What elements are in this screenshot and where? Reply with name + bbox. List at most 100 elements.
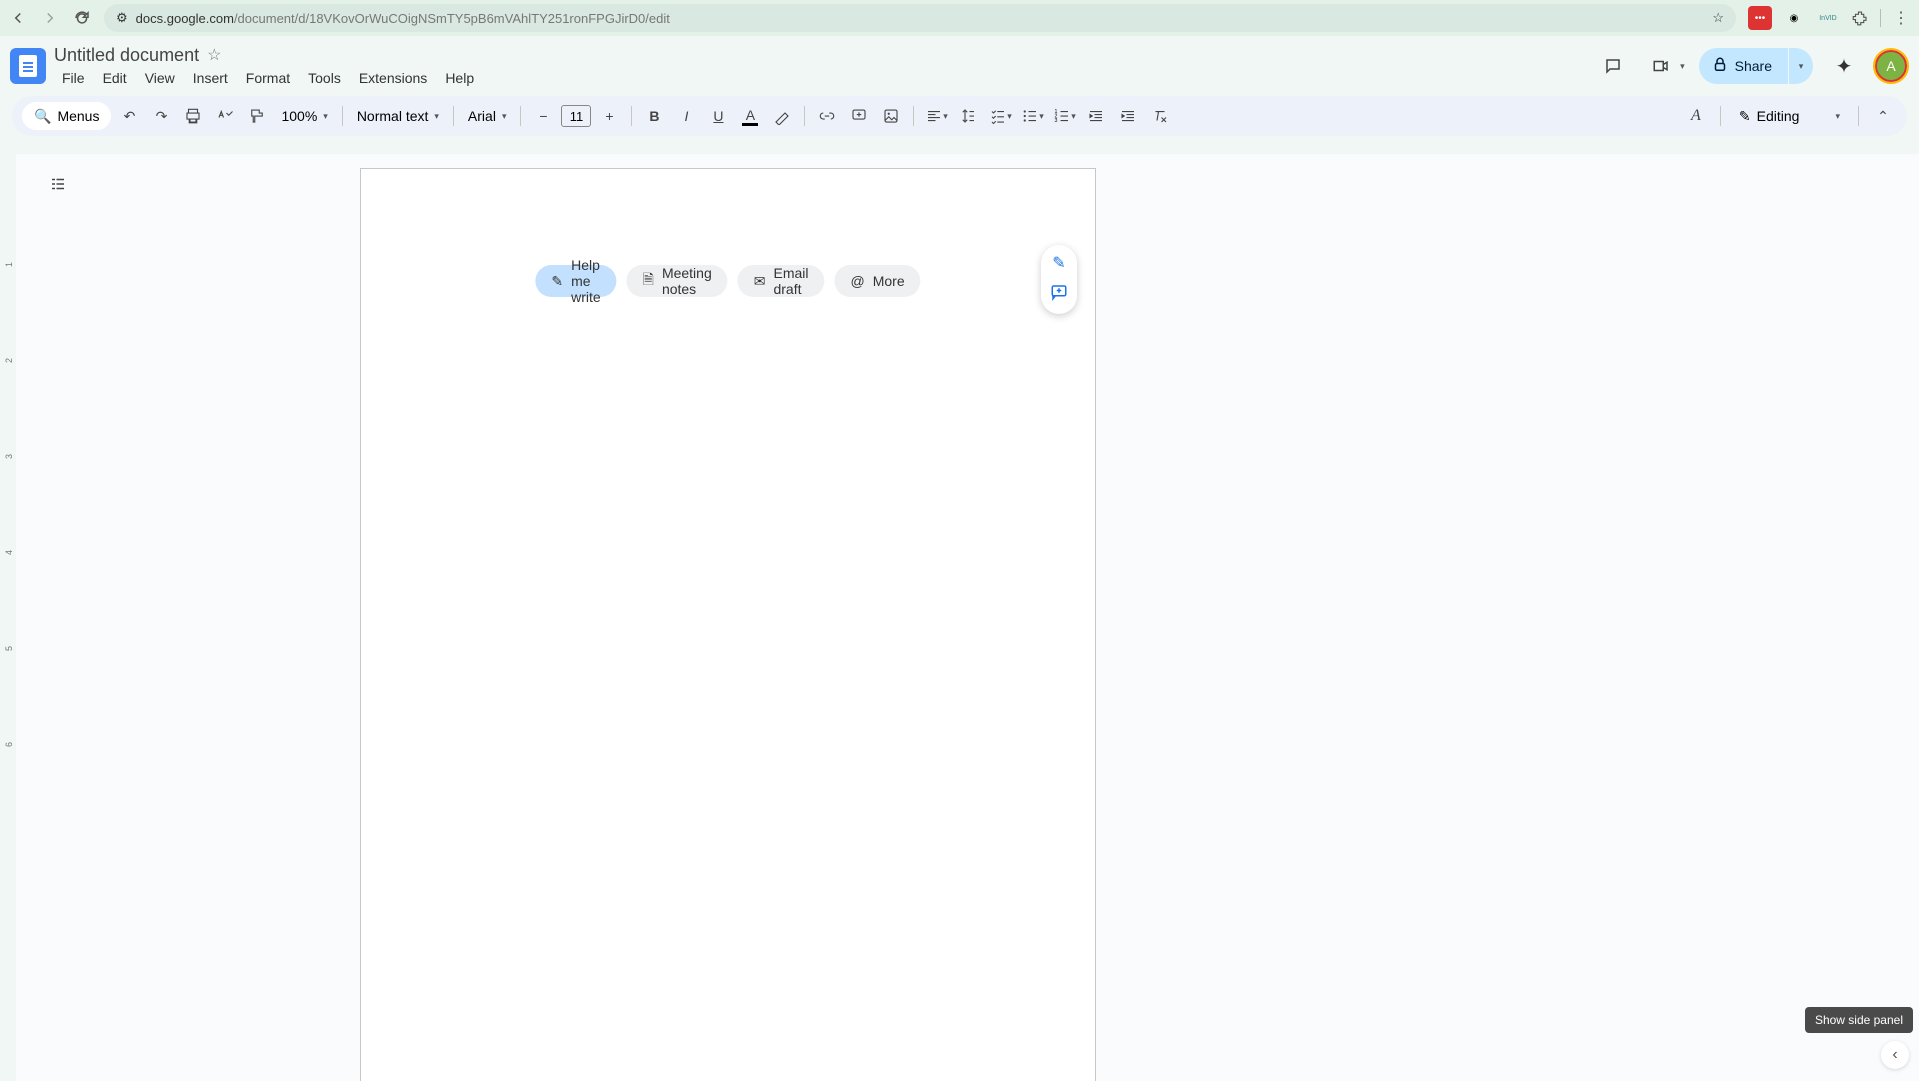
chip-label: Meeting notes bbox=[662, 265, 712, 297]
comments-history-icon[interactable] bbox=[1596, 49, 1630, 83]
document-icon: 🗎 bbox=[643, 269, 654, 293]
reload-button[interactable] bbox=[72, 8, 92, 28]
increase-font-size-button[interactable]: + bbox=[595, 102, 623, 130]
chevron-down-icon: ▾ bbox=[323, 111, 328, 122]
font-size-input[interactable]: 11 bbox=[561, 105, 591, 127]
undo-button[interactable]: ↶ bbox=[115, 102, 143, 130]
underline-button[interactable]: U bbox=[704, 102, 732, 130]
font-family-select[interactable]: Arial ▾ bbox=[462, 108, 513, 124]
bulleted-list-button[interactable]: ▾ bbox=[1018, 102, 1046, 130]
decrease-font-size-button[interactable]: − bbox=[529, 102, 557, 130]
gemini-icon[interactable]: ✦ bbox=[1827, 49, 1861, 83]
video-icon bbox=[1644, 49, 1678, 83]
italic-button[interactable]: I bbox=[672, 102, 700, 130]
site-info-icon[interactable]: ⚙ bbox=[116, 10, 128, 26]
extension-2-icon[interactable]: ◉ bbox=[1782, 6, 1806, 30]
chip-label: Help me write bbox=[571, 257, 601, 305]
more-chip[interactable]: @ More bbox=[835, 265, 921, 297]
url-host: docs.google.com bbox=[136, 11, 234, 26]
zoom-select[interactable]: 100% ▾ bbox=[275, 108, 333, 124]
paragraph-style-select[interactable]: Normal text ▾ bbox=[351, 108, 445, 124]
app-header: Untitled document ☆ File Edit View Inser… bbox=[0, 36, 1919, 96]
account-avatar[interactable]: A bbox=[1875, 50, 1907, 82]
extension-3-icon[interactable]: InVID bbox=[1816, 6, 1840, 30]
checklist-button[interactable]: ▾ bbox=[986, 102, 1014, 130]
menu-bar: File Edit View Insert Format Tools Exten… bbox=[54, 68, 482, 88]
pencil-icon: ✎ bbox=[1739, 108, 1751, 125]
email-draft-chip[interactable]: ✉ Email draft bbox=[738, 265, 825, 297]
document-title[interactable]: Untitled document bbox=[54, 45, 199, 66]
redo-button[interactable]: ↷ bbox=[147, 102, 175, 130]
share-button[interactable]: Share bbox=[1699, 48, 1788, 84]
page[interactable]: ✎ Help me write 🗎 Meeting notes ✉ Email … bbox=[360, 168, 1096, 1081]
menu-extensions[interactable]: Extensions bbox=[351, 68, 435, 88]
chevron-down-icon: ▾ bbox=[502, 111, 507, 122]
text-color-button[interactable]: A bbox=[736, 102, 764, 130]
chip-label: Email draft bbox=[773, 265, 808, 297]
browser-toolbar: ⚙ docs.google.com/document/d/18VKovOrWuC… bbox=[0, 0, 1919, 36]
extension-icons: ••• ◉ InVID ⋮ bbox=[1748, 6, 1911, 30]
menu-view[interactable]: View bbox=[137, 68, 183, 88]
insert-image-button[interactable] bbox=[877, 102, 905, 130]
menu-edit[interactable]: Edit bbox=[95, 68, 135, 88]
menu-insert[interactable]: Insert bbox=[185, 68, 236, 88]
share-label: Share bbox=[1735, 58, 1772, 74]
document-outline-button[interactable] bbox=[44, 170, 72, 198]
url-path: /document/d/18VKovOrWuCOigNSmTY5pB6mVAhl… bbox=[234, 11, 670, 26]
ai-suggestion-chips: ✎ Help me write 🗎 Meeting notes ✉ Email … bbox=[535, 265, 920, 297]
decrease-indent-button[interactable] bbox=[1082, 102, 1110, 130]
chrome-menu-icon[interactable]: ⋮ bbox=[1891, 8, 1911, 28]
chevron-down-icon: ▾ bbox=[434, 111, 439, 122]
mode-label: Editing bbox=[1757, 108, 1800, 124]
align-button[interactable]: ▾ bbox=[922, 102, 950, 130]
back-button[interactable] bbox=[8, 8, 28, 28]
search-menus-button[interactable]: 🔍 Menus bbox=[22, 102, 111, 130]
menu-format[interactable]: Format bbox=[238, 68, 298, 88]
meet-button[interactable]: ▾ bbox=[1644, 49, 1685, 83]
clear-formatting-button[interactable] bbox=[1146, 102, 1174, 130]
mode-select[interactable]: ✎ Editing ▾ bbox=[1731, 108, 1848, 125]
side-panel-tooltip: Show side panel bbox=[1805, 1007, 1913, 1033]
pencil-sparkle-icon: ✎ bbox=[551, 273, 563, 290]
help-me-write-chip[interactable]: ✎ Help me write bbox=[535, 265, 616, 297]
chevron-down-icon: ▾ bbox=[1835, 111, 1840, 122]
forward-button[interactable] bbox=[40, 8, 60, 28]
formatting-toolbar: 🔍 Menus ↶ ↷ 100% ▾ Normal text ▾ Arial ▾… bbox=[12, 96, 1907, 136]
insert-link-button[interactable] bbox=[813, 102, 841, 130]
envelope-icon: ✉ bbox=[754, 273, 766, 290]
spellcheck-button[interactable] bbox=[211, 102, 239, 130]
search-icon: 🔍 bbox=[34, 108, 51, 125]
collapse-toolbar-button[interactable]: ⌃ bbox=[1869, 102, 1897, 130]
extensions-menu-icon[interactable] bbox=[1850, 8, 1870, 28]
docs-logo-icon[interactable] bbox=[10, 48, 46, 84]
extension-1-icon[interactable]: ••• bbox=[1748, 6, 1772, 30]
print-button[interactable] bbox=[179, 102, 207, 130]
meet-dropdown-icon[interactable]: ▾ bbox=[1680, 61, 1685, 72]
add-comment-icon[interactable] bbox=[1050, 283, 1068, 306]
line-spacing-button[interactable] bbox=[954, 102, 982, 130]
chip-label: More bbox=[873, 273, 905, 289]
vertical-ruler[interactable]: 1 2 3 4 5 6 bbox=[0, 154, 16, 1081]
star-document-icon[interactable]: ☆ bbox=[207, 45, 221, 65]
zoom-value: 100% bbox=[281, 108, 317, 124]
menu-tools[interactable]: Tools bbox=[300, 68, 349, 88]
menus-label: Menus bbox=[57, 108, 99, 124]
share-dropdown-icon[interactable]: ▾ bbox=[1789, 48, 1813, 84]
bookmark-star-icon[interactable]: ☆ bbox=[1712, 10, 1724, 26]
gemini-write-icon[interactable]: ✎ bbox=[1052, 253, 1065, 273]
font-value: Arial bbox=[468, 108, 496, 124]
meeting-notes-chip[interactable]: 🗎 Meeting notes bbox=[627, 265, 728, 297]
add-comment-button[interactable] bbox=[845, 102, 873, 130]
style-value: Normal text bbox=[357, 108, 429, 124]
numbered-list-button[interactable]: 123▾ bbox=[1050, 102, 1078, 130]
paint-format-button[interactable] bbox=[243, 102, 271, 130]
address-bar[interactable]: ⚙ docs.google.com/document/d/18VKovOrWuC… bbox=[104, 4, 1736, 32]
dictate-button[interactable]: A bbox=[1682, 102, 1710, 130]
increase-indent-button[interactable] bbox=[1114, 102, 1142, 130]
menu-file[interactable]: File bbox=[54, 68, 93, 88]
bold-button[interactable]: B bbox=[640, 102, 668, 130]
menu-help[interactable]: Help bbox=[437, 68, 482, 88]
floating-side-tools: ✎ bbox=[1041, 245, 1077, 314]
show-side-panel-button[interactable]: ‹ bbox=[1881, 1041, 1909, 1069]
highlight-color-button[interactable] bbox=[768, 102, 796, 130]
